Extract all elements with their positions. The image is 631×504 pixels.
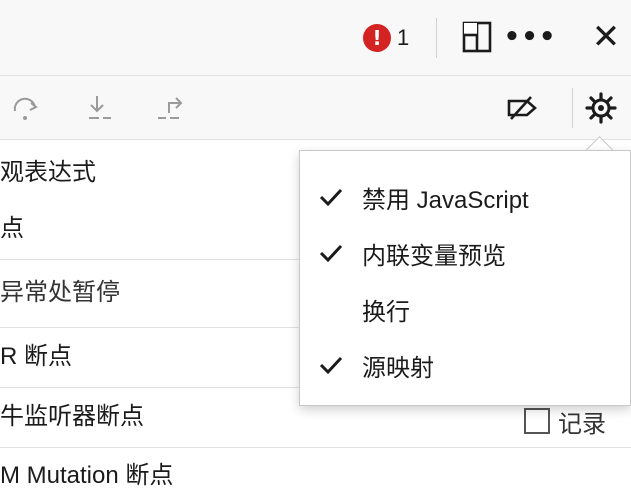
- deactivate-breakpoints-button[interactable]: [504, 90, 540, 126]
- section-label: R 断点: [0, 343, 72, 370]
- checkmark-icon: [300, 187, 362, 207]
- toolbar-divider: [572, 88, 573, 128]
- settings-gear-icon: [585, 92, 617, 124]
- menu-item-label: 源映射: [362, 354, 434, 382]
- error-indicator[interactable]: ! 1: [363, 24, 409, 52]
- close-devtools-button[interactable]: ✕: [583, 14, 629, 60]
- checkmark-icon: [300, 243, 362, 263]
- record-checkbox[interactable]: 记录: [524, 404, 606, 438]
- checkmark-icon: [300, 355, 362, 375]
- step-out-icon: [158, 97, 183, 119]
- step-into-icon: [89, 96, 111, 119]
- menu-item-wrap-lines[interactable]: 换行: [300, 281, 630, 337]
- section-dom-mutation-breakpoints[interactable]: M Mutation 断点: [0, 448, 631, 504]
- section-label: 点: [0, 215, 24, 242]
- devtools-top-bar: ! 1 ••• ✕: [0, 0, 631, 76]
- menu-item-label: 内联变量预览: [362, 242, 506, 270]
- dock-side-button[interactable]: [454, 14, 500, 60]
- dock-icon: [462, 21, 492, 53]
- debugger-settings-button[interactable]: [583, 90, 619, 126]
- section-label: 观表达式: [0, 159, 96, 186]
- menu-item-label: 禁用 JavaScript: [362, 186, 529, 214]
- error-icon: !: [363, 24, 391, 52]
- menu-item-inline-variable-preview[interactable]: 内联变量预览: [300, 225, 630, 281]
- toolbar-divider: [436, 18, 437, 58]
- checkbox-icon[interactable]: [524, 408, 550, 434]
- menu-item-label: 换行: [362, 298, 410, 326]
- section-label: 牛监听器断点: [0, 403, 144, 430]
- record-label: 记录: [558, 409, 606, 438]
- step-over-icon: [13, 97, 38, 120]
- more-icon: •••: [503, 22, 557, 52]
- step-into-button[interactable]: [82, 90, 118, 126]
- deactivate-breakpoints-icon: [507, 96, 537, 120]
- error-count: 1: [397, 25, 410, 50]
- debugger-toolbar: [0, 76, 631, 140]
- more-options-button[interactable]: •••: [504, 14, 556, 60]
- section-label: M Mutation 断点: [0, 462, 174, 489]
- menu-item-disable-javascript[interactable]: 禁用 JavaScript: [300, 169, 630, 225]
- step-out-button[interactable]: [152, 90, 188, 126]
- debugger-settings-menu: 禁用 JavaScript 内联变量预览 换行 源映射: [299, 150, 631, 406]
- close-icon: ✕: [591, 17, 621, 57]
- section-label: 异常处暂停: [0, 279, 120, 306]
- step-over-button[interactable]: [8, 90, 44, 126]
- menu-item-source-maps[interactable]: 源映射: [300, 337, 630, 393]
